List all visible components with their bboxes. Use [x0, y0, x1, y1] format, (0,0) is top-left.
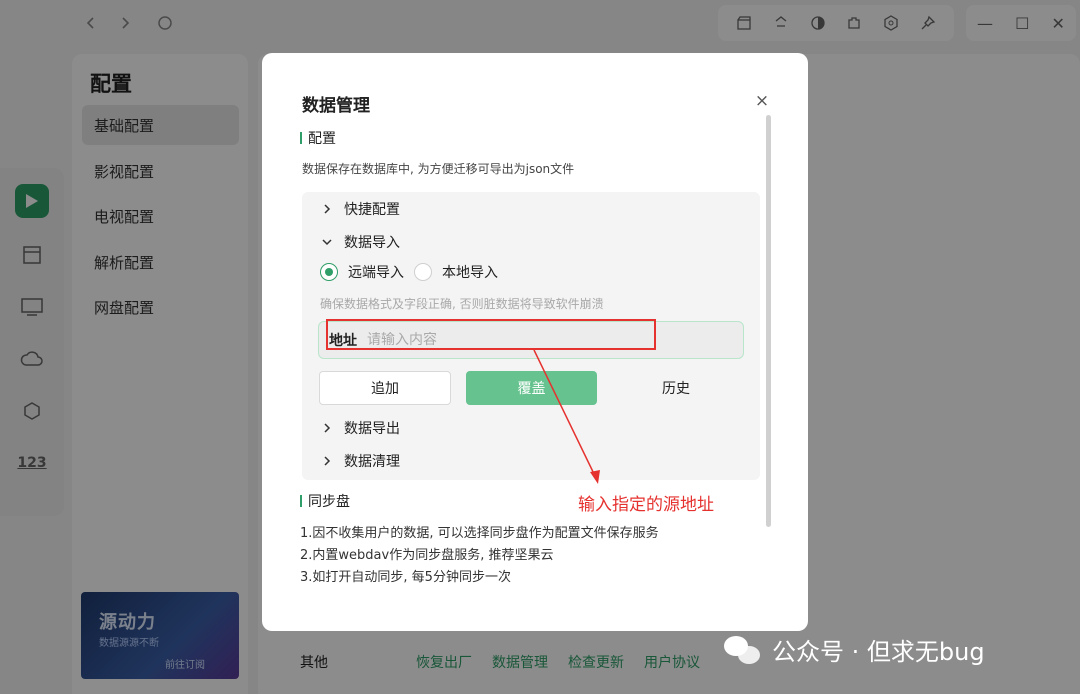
- sync-line: 1.因不收集用户的数据, 可以选择同步盘作为配置文件保存服务: [300, 526, 659, 541]
- chevron-right-icon: [320, 202, 334, 216]
- close-icon[interactable]: ×: [752, 91, 772, 111]
- section-accent-bar: [300, 495, 302, 507]
- quick-config-label: 快捷配置: [344, 202, 400, 218]
- dialog-title: 数据管理: [302, 96, 370, 116]
- sync-section-heading: 同步盘: [300, 491, 350, 511]
- append-button[interactable]: 追加: [319, 371, 451, 405]
- annotation-highlight-box: [326, 319, 656, 350]
- import-source-radio-group: 远端导入 本地导入: [320, 262, 498, 282]
- watermark-text: 公众号 · 但求无bug: [772, 638, 985, 666]
- config-section-heading: 配置: [300, 128, 336, 148]
- chevron-right-icon: [320, 454, 334, 468]
- section-accent-bar: [300, 132, 302, 144]
- sync-line: 2.内置webdav作为同步盘服务, 推荐坚果云: [300, 548, 554, 563]
- quick-config-row[interactable]: 快捷配置: [320, 199, 400, 219]
- config-description: 数据保存在数据库中, 为方便迁移可导出为json文件: [302, 162, 575, 176]
- history-button[interactable]: 历史: [610, 371, 742, 405]
- sync-line: 3.如打开自动同步, 每5分钟同步一次: [300, 570, 511, 585]
- chevron-down-icon: [320, 235, 334, 249]
- local-import-label[interactable]: 本地导入: [442, 262, 498, 282]
- sync-description-list: 1.因不收集用户的数据, 可以选择同步盘作为配置文件保存服务 2.内置webda…: [300, 523, 659, 589]
- chevron-right-icon: [320, 421, 334, 435]
- data-import-row[interactable]: 数据导入: [320, 232, 400, 252]
- section-heading-text: 同步盘: [308, 494, 350, 510]
- data-export-row[interactable]: 数据导出: [320, 418, 400, 438]
- local-import-radio[interactable]: [414, 263, 432, 281]
- remote-import-radio[interactable]: [320, 263, 338, 281]
- section-heading-text: 配置: [308, 131, 336, 147]
- data-clear-row[interactable]: 数据清理: [320, 451, 400, 471]
- data-import-label: 数据导入: [344, 235, 400, 251]
- annotation-text: 输入指定的源地址: [578, 495, 714, 515]
- data-export-label: 数据导出: [344, 421, 400, 437]
- import-warning-hint: 确保数据格式及字段正确, 否则脏数据将导致软件崩溃: [320, 297, 604, 311]
- wechat-icon: [724, 634, 764, 666]
- overwrite-button[interactable]: 覆盖: [466, 371, 597, 405]
- remote-import-label[interactable]: 远端导入: [348, 262, 404, 282]
- watermark: 公众号 · 但求无bug: [724, 632, 985, 667]
- data-clear-label: 数据清理: [344, 454, 400, 470]
- scrollbar[interactable]: [766, 115, 771, 527]
